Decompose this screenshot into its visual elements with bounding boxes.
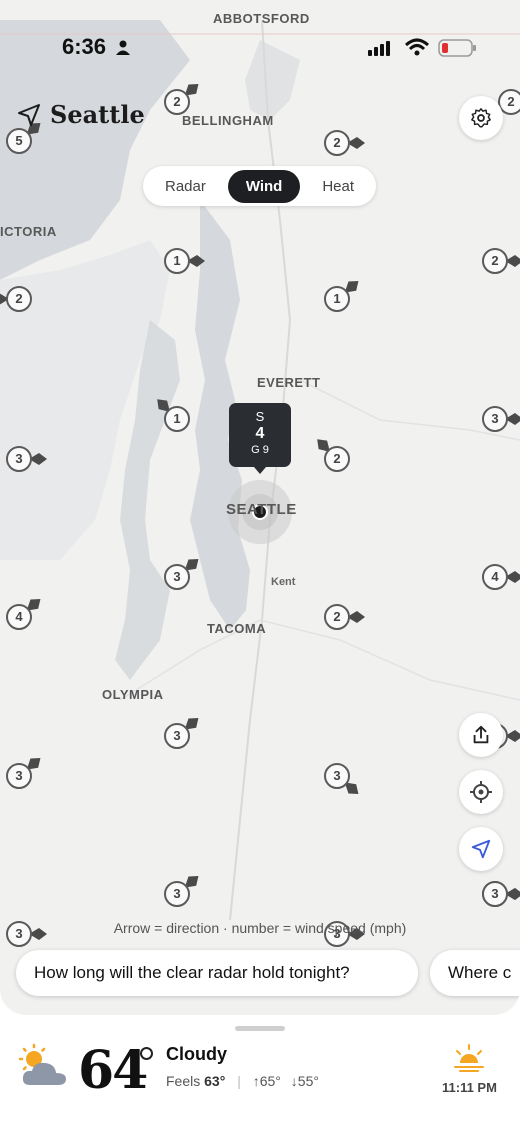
- wind-speed: 2: [333, 451, 341, 466]
- popup-speed: 4: [255, 425, 265, 442]
- tab-wind[interactable]: Wind: [227, 169, 301, 203]
- place-label-victoria: ICTORIA: [0, 224, 57, 239]
- wind-marker[interactable]: 2: [307, 429, 367, 489]
- gear-icon: [471, 108, 491, 128]
- wind-speed: 3: [491, 886, 499, 901]
- wind-speed: 3: [173, 569, 181, 584]
- my-location-button[interactable]: [459, 827, 503, 871]
- city-name: Seattle: [50, 100, 145, 129]
- place-label-tacoma: TACOMA: [207, 621, 267, 636]
- wind-marker[interactable]: 4: [465, 547, 520, 607]
- wind-marker[interactable]: 2: [307, 587, 367, 647]
- feels-label: Feels: [166, 1073, 201, 1089]
- navigation-arrow-icon: [471, 839, 491, 859]
- sunset-time: 11:11 PM: [442, 1080, 497, 1095]
- wind-marker[interactable]: 3: [465, 864, 520, 924]
- place-label-abbotsford: ABBOTSFORD: [213, 11, 310, 26]
- popup-direction: S: [255, 409, 265, 424]
- current-temperature: 64: [78, 1040, 148, 1101]
- settings-button[interactable]: [459, 96, 503, 140]
- layer-toggle[interactable]: Radar Wind Heat: [143, 166, 376, 206]
- wind-speed: 3: [173, 886, 181, 901]
- wind-speed: 3: [333, 768, 341, 783]
- signal-icon: [368, 41, 390, 56]
- recenter-button[interactable]: [459, 770, 503, 814]
- wind-marker[interactable]: 1: [307, 269, 367, 329]
- wifi-icon: [404, 38, 430, 56]
- wind-marker[interactable]: 1: [147, 389, 207, 449]
- wind-speed: 5: [15, 133, 23, 148]
- location-header[interactable]: Seattle: [16, 100, 145, 129]
- partly-cloudy-icon: [18, 1043, 66, 1085]
- wind-marker[interactable]: 2: [465, 231, 520, 291]
- map-legend: Arrow = direction · number = wind speed …: [113, 920, 407, 936]
- wind-speed: 3: [173, 728, 181, 743]
- wind-speed: 3: [15, 451, 23, 466]
- wind-marker[interactable]: 2: [307, 113, 367, 173]
- place-label-seattle: SEATTLE: [226, 501, 297, 518]
- low-temp: ↓55°: [290, 1073, 319, 1089]
- condition-label: Cloudy: [166, 1044, 227, 1064]
- wind-speed: 2: [491, 253, 499, 268]
- wind-marker[interactable]: 4: [0, 587, 49, 647]
- person-icon: [116, 40, 130, 55]
- wind-speed: 1: [173, 253, 181, 268]
- wind-speed: 1: [173, 411, 181, 426]
- place-label-everett: EVERETT: [257, 375, 321, 390]
- place-label-olympia: OLYMPIA: [102, 687, 164, 702]
- wind-speed: 3: [491, 411, 499, 426]
- wind-speed: 2: [507, 94, 515, 109]
- wind-marker[interactable]: 3: [0, 746, 49, 806]
- location-arrow-icon: [18, 103, 40, 126]
- wind-speed: 4: [491, 569, 499, 584]
- battery-icon: [438, 39, 476, 57]
- feels-value: 63°: [204, 1073, 226, 1089]
- share-button[interactable]: [459, 713, 503, 757]
- wind-speed: 1: [333, 291, 341, 306]
- suggestion-chip[interactable]: How long will the clear radar hold tonig…: [16, 950, 418, 996]
- degree-icon: [140, 1047, 153, 1060]
- wind-marker[interactable]: 3: [0, 429, 49, 489]
- wind-speed: 2: [173, 94, 181, 109]
- wind-speed: 3: [15, 768, 23, 783]
- sunset-icon[interactable]: [452, 1043, 486, 1073]
- wind-marker[interactable]: 3: [465, 389, 520, 449]
- wind-marker[interactable]: 3: [147, 864, 207, 924]
- share-icon: [473, 725, 489, 744]
- wind-speed: 4: [15, 609, 23, 624]
- wind-marker[interactable]: 2: [0, 269, 49, 329]
- crosshair-icon: [470, 781, 492, 803]
- wind-marker[interactable]: 3: [307, 746, 367, 806]
- divider: |: [237, 1073, 241, 1089]
- wind-station-popup[interactable]: S 4 G 9: [229, 403, 291, 474]
- wind-speed: 2: [333, 609, 341, 624]
- popup-gust: G 9: [251, 444, 269, 456]
- feels-like-row: Feels 63° | ↑65° ↓55°: [166, 1073, 319, 1089]
- wind-marker[interactable]: 3: [147, 706, 207, 766]
- suggestion-chip[interactable]: Where c: [430, 950, 520, 996]
- wind-speed: 2: [15, 291, 23, 306]
- high-temp: ↑65°: [252, 1073, 281, 1089]
- wind-speed: 2: [333, 135, 341, 150]
- wind-marker[interactable]: 3: [147, 547, 207, 607]
- sheet-handle[interactable]: [235, 1026, 285, 1031]
- place-label-kent: Kent: [271, 576, 296, 588]
- status-time: 6:36: [62, 34, 107, 59]
- tab-radar[interactable]: Radar: [151, 170, 220, 203]
- tab-heat[interactable]: Heat: [308, 170, 368, 203]
- wind-map[interactable]: ABBOTSFORD BELLINGHAM ICTORIA EVERETT SE…: [0, 0, 520, 1015]
- wind-marker[interactable]: 2: [147, 72, 207, 132]
- wind-marker[interactable]: 1: [147, 231, 207, 291]
